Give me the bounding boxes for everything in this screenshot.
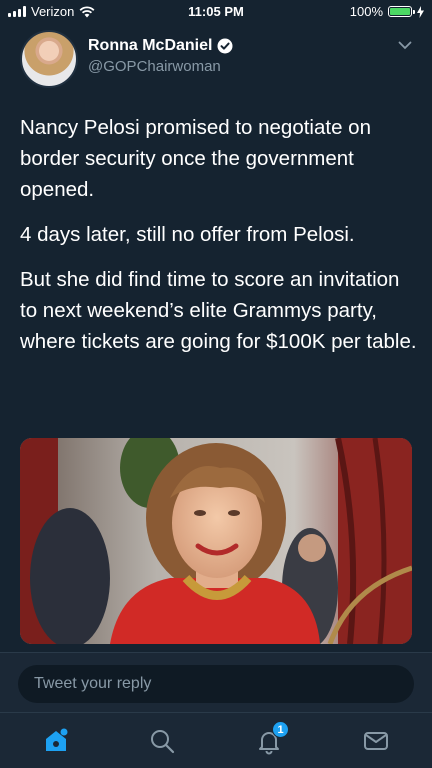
tweet-paragraph: 4 days later, still no offer from Pelosi… [20,223,355,246]
battery-icon [388,6,415,17]
photo-illustration [20,438,412,644]
messages-icon[interactable] [362,727,390,755]
battery-fill [390,8,410,15]
avatar[interactable] [20,30,78,88]
tweet-paragraph: Nancy Pelosi promised to negotiate on bo… [20,116,371,201]
reply-area: Tweet your reply [0,652,432,712]
reply-input[interactable]: Tweet your reply [18,665,414,703]
notifications-tab[interactable]: 1 [255,721,289,755]
search-icon[interactable] [148,727,176,755]
chevron-down-icon[interactable] [398,38,412,52]
tweet-paragraph: But she did find time to score an invita… [20,268,417,353]
battery-percent: 100% [349,4,383,19]
verified-badge-icon [217,38,233,54]
tweet-header: Ronna McDaniel @GOPChairwoman [20,30,432,90]
tweet-text: Nancy Pelosi promised to negotiate on bo… [20,112,420,371]
charging-icon [417,5,424,18]
name-row: Ronna McDaniel [88,37,233,55]
user-handle[interactable]: @GOPChairwoman [88,58,221,75]
status-bar: Verizon 11:05 PM 100% [0,0,432,24]
notifications-badge: 1 [272,721,289,738]
home-icon[interactable] [42,727,70,755]
tab-bar: 1 [0,712,432,768]
tweet-photo[interactable] [20,438,412,644]
status-right: 100% [350,4,424,19]
display-name[interactable]: Ronna McDaniel [88,37,212,55]
